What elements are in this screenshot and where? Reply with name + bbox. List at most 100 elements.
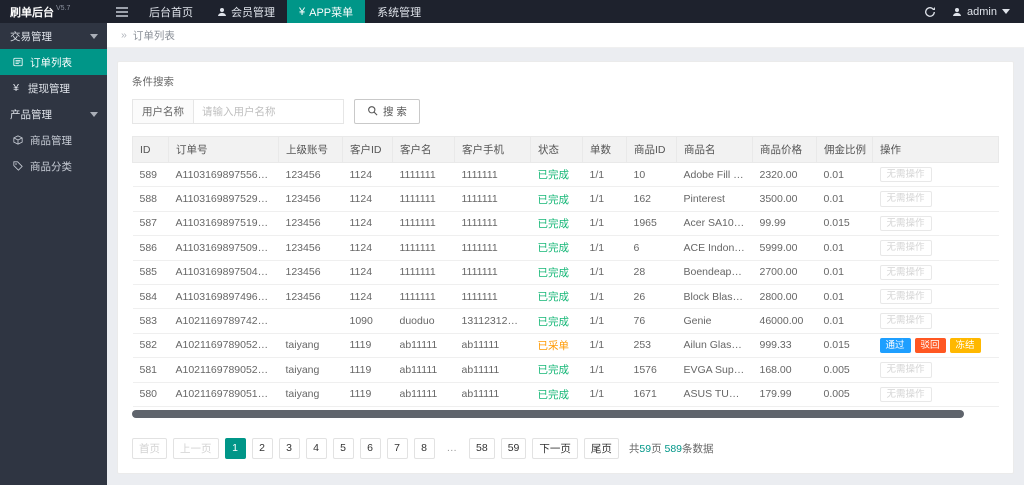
action-no-action-button: 无需操作 [880, 387, 932, 402]
cell-product_id: 26 [627, 284, 677, 308]
summary-total-pages: 59 [639, 443, 651, 455]
cell-price: 2800.00 [753, 284, 817, 308]
cell-count: 1/1 [583, 236, 627, 260]
cell-price: 3500.00 [753, 187, 817, 211]
cell-customer_name: 1111111 [393, 211, 455, 235]
cell-product_name: Ailun Glass Sc... [677, 333, 753, 357]
cell-count: 1/1 [583, 309, 627, 333]
cell-commission: 0.005 [817, 358, 873, 382]
sidebar-item-goods-category[interactable]: 商品分类 [0, 153, 107, 179]
user-menu[interactable]: admin [952, 6, 1010, 18]
chevron-down-icon [90, 108, 98, 120]
cell-price: 999.33 [753, 333, 817, 357]
orders-table-body: 589A110316989755612161234561124111111111… [133, 163, 999, 407]
cell-count: 1/1 [583, 187, 627, 211]
cell-phone: ab11111 [455, 382, 531, 406]
list-icon [12, 57, 24, 67]
cell-phone: 1111111 [455, 211, 531, 235]
table-row: 582A10211697890524317taiyang1119ab11111a… [133, 333, 999, 357]
top-menu-members[interactable]: 会员管理 [205, 0, 287, 23]
status-badge: 已完成 [538, 242, 570, 254]
page-button-p4[interactable]: 4 [306, 438, 327, 459]
app-title: 刷单后台 [10, 4, 54, 20]
page-button-p6[interactable]: 6 [360, 438, 381, 459]
status-badge: 已完成 [538, 169, 570, 181]
page-button-p7[interactable]: 7 [387, 438, 408, 459]
user-icon [217, 7, 227, 17]
status-badge: 已完成 [538, 316, 570, 328]
action-approve-button[interactable]: 通过 [880, 338, 911, 353]
cell-product_id: 253 [627, 333, 677, 357]
cell-actions: 无需操作 [873, 163, 999, 187]
content: 条件搜索 用户名称 搜 索 ID订单号上级账号客户ID客户名客户手机状态单数商品… [107, 48, 1024, 485]
cell-customer_name: ab11111 [393, 382, 455, 406]
action-reject-button[interactable]: 驳回 [915, 338, 946, 353]
table-row: 585A110316989750434961234561124111111111… [133, 260, 999, 284]
search-panel-title: 条件搜索 [132, 74, 999, 89]
page-button-p58[interactable]: 58 [469, 438, 495, 459]
horizontal-scrollbar[interactable] [132, 410, 999, 418]
cell-parent: 123456 [279, 260, 343, 284]
top-menu-home[interactable]: 后台首页 [137, 0, 205, 23]
sidebar-item-label: 提现管理 [28, 81, 70, 96]
cell-customer_id: 1119 [343, 333, 393, 357]
col-id: ID [133, 137, 169, 163]
sidebar-item-order-list[interactable]: 订单列表 [0, 49, 107, 75]
menu-toggle-icon[interactable] [107, 0, 137, 23]
cell-count: 1/1 [583, 284, 627, 308]
refresh-icon[interactable] [924, 6, 936, 18]
page-button-p3[interactable]: 3 [279, 438, 300, 459]
sidebar-item-label: 订单列表 [30, 55, 72, 70]
cell-status: 已完成 [531, 358, 583, 382]
table-header-row: ID订单号上级账号客户ID客户名客户手机状态单数商品ID商品名商品价格佣金比例操… [133, 137, 999, 163]
cell-count: 1/1 [583, 333, 627, 357]
sidebar-item-goods-management[interactable]: 商品管理 [0, 127, 107, 153]
top-menu-system[interactable]: 系统管理 [365, 0, 433, 23]
cell-price: 2700.00 [753, 260, 817, 284]
page-button-p2[interactable]: 2 [252, 438, 273, 459]
table-row: 589A110316989755612161234561124111111111… [133, 163, 999, 187]
sidebar: 交易管理订单列表 ¥提现管理产品管理商品管理商品分类 [0, 23, 107, 485]
topbar-right: admin [924, 0, 1024, 23]
cell-id: 586 [133, 236, 169, 260]
sidebar-item-trade-management[interactable]: 交易管理 [0, 23, 107, 49]
cell-phone: 13112312312 [455, 309, 531, 333]
table-row: 586A110316989750992391234561124111111111… [133, 236, 999, 260]
col-parent: 上级账号 [279, 137, 343, 163]
status-badge: 已完成 [538, 218, 570, 230]
cell-id: 583 [133, 309, 169, 333]
summary-prefix: 共 [629, 443, 640, 455]
cell-parent: 123456 [279, 236, 343, 260]
cell-product_id: 76 [627, 309, 677, 333]
page-button-p1[interactable]: 1 [225, 438, 246, 459]
search-button[interactable]: 搜 索 [354, 99, 420, 124]
breadcrumb-icon: » [121, 29, 127, 41]
status-badge: 已完成 [538, 364, 570, 376]
topbar: 刷单后台 V5.7 后台首页会员管理¥APP菜单系统管理 admin [0, 0, 1024, 23]
scrollbar-thumb[interactable] [132, 410, 964, 418]
cell-parent [279, 309, 343, 333]
page-button-p8[interactable]: 8 [414, 438, 435, 459]
page-button-ellipsis: … [441, 438, 464, 459]
sidebar-item-withdraw-management[interactable]: ¥提现管理 [0, 75, 107, 101]
page-button-p59[interactable]: 59 [501, 438, 527, 459]
cell-customer_name: 1111111 [393, 260, 455, 284]
top-menu-label: 会员管理 [231, 4, 275, 20]
sidebar-item-label: 交易管理 [10, 29, 52, 44]
page-button-last[interactable]: 尾页 [584, 438, 619, 459]
page-button-next[interactable]: 下一页 [532, 438, 578, 459]
cell-id: 580 [133, 382, 169, 406]
cell-actions: 通过驳回冻结 [873, 333, 999, 357]
top-menu-app-menu[interactable]: ¥APP菜单 [287, 0, 365, 23]
cell-price: 2320.00 [753, 163, 817, 187]
sidebar-item-product-management[interactable]: 产品管理 [0, 101, 107, 127]
username-input[interactable] [194, 99, 344, 124]
cell-order_no: A11031698975043496 [169, 260, 279, 284]
cell-phone: 1111111 [455, 187, 531, 211]
cell-customer_name: ab11111 [393, 358, 455, 382]
summary-total-records: 589 [664, 443, 682, 455]
page-button-p5[interactable]: 5 [333, 438, 354, 459]
col-actions: 操作 [873, 137, 999, 163]
action-freeze-button[interactable]: 冻结 [950, 338, 981, 353]
page-button-first: 首页 [132, 438, 167, 459]
